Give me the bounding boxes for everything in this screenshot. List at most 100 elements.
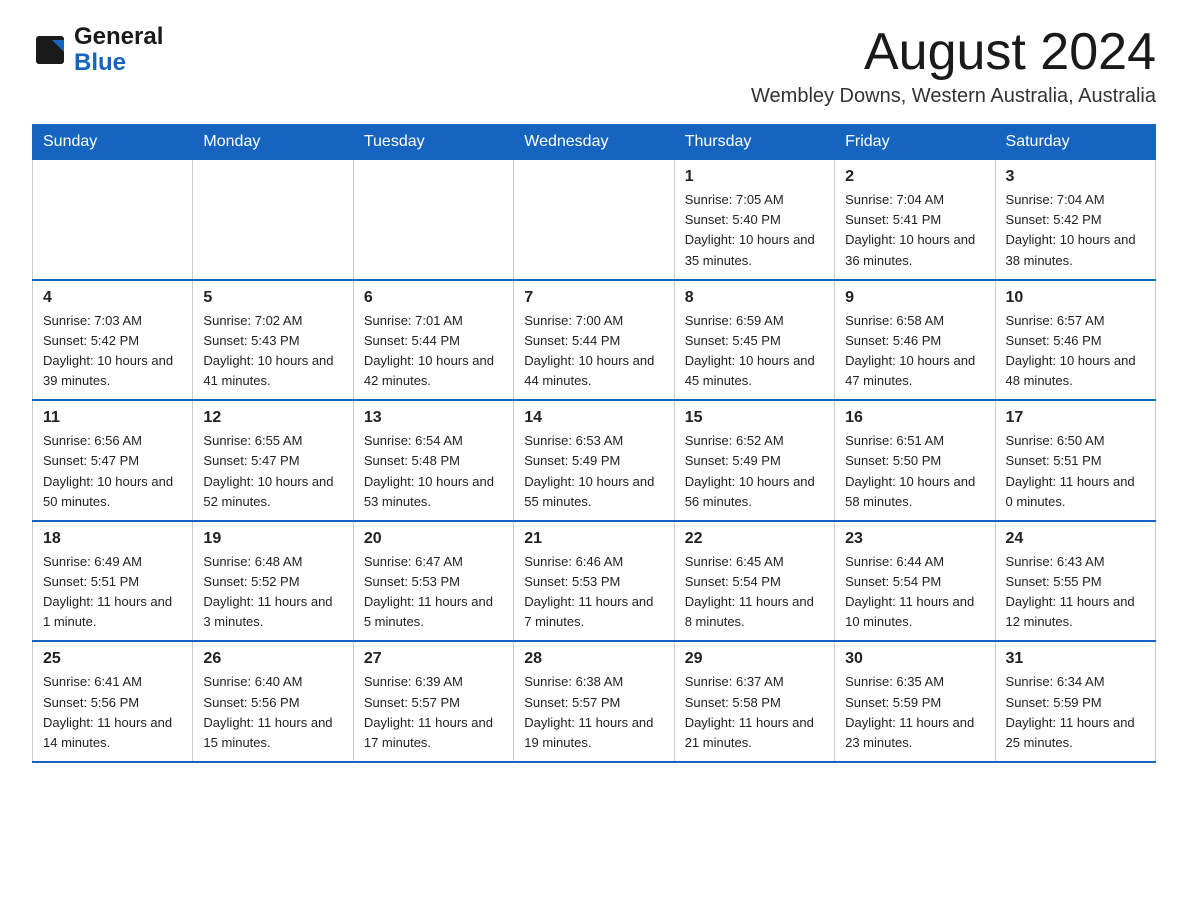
day-number: 4 — [43, 289, 182, 307]
day-number: 12 — [203, 409, 342, 427]
day-info: Sunrise: 6:54 AM Sunset: 5:48 PM Dayligh… — [364, 431, 503, 512]
day-number: 25 — [43, 650, 182, 668]
day-info: Sunrise: 6:53 AM Sunset: 5:49 PM Dayligh… — [524, 431, 663, 512]
calendar-cell — [33, 160, 193, 280]
location-subtitle: Wembley Downs, Western Australia, Austra… — [751, 85, 1156, 108]
calendar-cell: 11Sunrise: 6:56 AM Sunset: 5:47 PM Dayli… — [33, 400, 193, 521]
calendar-cell: 18 Sunrise: 6:49 AM Sunset: 5:51 PM Dayli… — [33, 521, 193, 642]
logo-icon — [32, 32, 68, 68]
calendar-cell: 27 Sunrise: 6:39 AM Sunset: 5:57 PM Dayli… — [353, 641, 513, 762]
header-wednesday: Wednesday — [514, 125, 674, 160]
calendar-cell: 5 Sunrise: 7:02 AM Sunset: 5:43 PM Daylig… — [193, 280, 353, 401]
day-info: Sunrise: 7:05 AM Sunset: 5:40 PM Dayligh… — [685, 190, 824, 271]
day-number: 15 — [685, 409, 824, 427]
day-number: 9 — [845, 289, 984, 307]
calendar-cell: 30 Sunrise: 6:35 AM Sunset: 5:59 PM Dayli… — [835, 641, 995, 762]
calendar-cell: 22 Sunrise: 6:45 AM Sunset: 5:54 PM Dayli… — [674, 521, 834, 642]
day-info: Sunrise: 6:59 AM Sunset: 5:45 PM Dayligh… — [685, 311, 824, 392]
day-number: 18 — [43, 530, 182, 548]
calendar-cell: 12 Sunrise: 6:55 AM Sunset: 5:47 PM Dayli… — [193, 400, 353, 521]
calendar-cell: 1 Sunrise: 7:05 AM Sunset: 5:40 PM Daylig… — [674, 160, 834, 280]
day-info: Sunrise: 6:38 AM Sunset: 5:57 PM Dayligh… — [524, 672, 663, 753]
day-number: 27 — [364, 650, 503, 668]
day-number: 24 — [1006, 530, 1145, 548]
logo-text: General Blue — [74, 24, 163, 77]
calendar-cell — [353, 160, 513, 280]
calendar-cell: 31Sunrise: 6:34 AM Sunset: 5:59 PM Dayli… — [995, 641, 1155, 762]
day-info: Sunrise: 6:35 AM Sunset: 5:59 PM Dayligh… — [845, 672, 984, 753]
day-number: 1 — [685, 168, 824, 186]
calendar-cell — [193, 160, 353, 280]
page-header: General Blue August 2024 Wembley Downs, … — [32, 24, 1156, 108]
day-number: 19 — [203, 530, 342, 548]
day-number: 14 — [524, 409, 663, 427]
day-number: 23 — [845, 530, 984, 548]
day-number: 20 — [364, 530, 503, 548]
calendar-week-4: 18 Sunrise: 6:49 AM Sunset: 5:51 PM Dayli… — [33, 521, 1156, 642]
calendar-cell: 14 Sunrise: 6:53 AM Sunset: 5:49 PM Dayli… — [514, 400, 674, 521]
day-info: Sunrise: 6:47 AM Sunset: 5:53 PM Dayligh… — [364, 552, 503, 633]
day-info: Sunrise: 7:04 AM Sunset: 5:42 PM Dayligh… — [1006, 190, 1145, 271]
calendar-cell: 10 Sunrise: 6:57 AM Sunset: 5:46 PM Dayli… — [995, 280, 1155, 401]
day-number: 11 — [43, 409, 182, 427]
day-number: 28 — [524, 650, 663, 668]
day-number: 10 — [1006, 289, 1145, 307]
day-number: 5 — [203, 289, 342, 307]
day-info: Sunrise: 6:51 AM Sunset: 5:50 PM Dayligh… — [845, 431, 984, 512]
day-info: Sunrise: 6:50 AM Sunset: 5:51 PM Dayligh… — [1006, 431, 1145, 512]
title-block: August 2024 Wembley Downs, Western Austr… — [751, 24, 1156, 108]
calendar-header-row: SundayMondayTuesdayWednesdayThursdayFrid… — [33, 125, 1156, 160]
day-info: Sunrise: 6:57 AM Sunset: 5:46 PM Dayligh… — [1006, 311, 1145, 392]
calendar-table: SundayMondayTuesdayWednesdayThursdayFrid… — [32, 124, 1156, 763]
header-saturday: Saturday — [995, 125, 1155, 160]
logo: General Blue — [32, 24, 163, 77]
calendar-cell: 13 Sunrise: 6:54 AM Sunset: 5:48 PM Dayli… — [353, 400, 513, 521]
day-info: Sunrise: 6:49 AM Sunset: 5:51 PM Dayligh… — [43, 552, 182, 633]
day-number: 13 — [364, 409, 503, 427]
day-info: Sunrise: 6:37 AM Sunset: 5:58 PM Dayligh… — [685, 672, 824, 753]
day-info: Sunrise: 6:46 AM Sunset: 5:53 PM Dayligh… — [524, 552, 663, 633]
logo-blue: Blue — [74, 50, 163, 76]
day-info: Sunrise: 6:45 AM Sunset: 5:54 PM Dayligh… — [685, 552, 824, 633]
calendar-cell: 23 Sunrise: 6:44 AM Sunset: 5:54 PM Dayli… — [835, 521, 995, 642]
day-number: 21 — [524, 530, 663, 548]
calendar-cell: 29 Sunrise: 6:37 AM Sunset: 5:58 PM Dayli… — [674, 641, 834, 762]
calendar-cell: 21 Sunrise: 6:46 AM Sunset: 5:53 PM Dayli… — [514, 521, 674, 642]
calendar-cell: 9Sunrise: 6:58 AM Sunset: 5:46 PM Daylig… — [835, 280, 995, 401]
day-number: 7 — [524, 289, 663, 307]
header-sunday: Sunday — [33, 125, 193, 160]
day-info: Sunrise: 7:00 AM Sunset: 5:44 PM Dayligh… — [524, 311, 663, 392]
calendar-cell: 24 Sunrise: 6:43 AM Sunset: 5:55 PM Dayli… — [995, 521, 1155, 642]
calendar-week-5: 25 Sunrise: 6:41 AM Sunset: 5:56 PM Dayli… — [33, 641, 1156, 762]
day-info: Sunrise: 6:48 AM Sunset: 5:52 PM Dayligh… — [203, 552, 342, 633]
calendar-week-3: 11Sunrise: 6:56 AM Sunset: 5:47 PM Dayli… — [33, 400, 1156, 521]
header-thursday: Thursday — [674, 125, 834, 160]
day-number: 8 — [685, 289, 824, 307]
day-info: Sunrise: 6:40 AM Sunset: 5:56 PM Dayligh… — [203, 672, 342, 753]
calendar-cell: 4 Sunrise: 7:03 AM Sunset: 5:42 PM Daylig… — [33, 280, 193, 401]
calendar-week-1: 1 Sunrise: 7:05 AM Sunset: 5:40 PM Daylig… — [33, 160, 1156, 280]
calendar-cell: 20 Sunrise: 6:47 AM Sunset: 5:53 PM Dayli… — [353, 521, 513, 642]
calendar-cell: 7 Sunrise: 7:00 AM Sunset: 5:44 PM Daylig… — [514, 280, 674, 401]
calendar-cell: 28 Sunrise: 6:38 AM Sunset: 5:57 PM Dayli… — [514, 641, 674, 762]
day-number: 26 — [203, 650, 342, 668]
day-info: Sunrise: 6:43 AM Sunset: 5:55 PM Dayligh… — [1006, 552, 1145, 633]
day-info: Sunrise: 6:44 AM Sunset: 5:54 PM Dayligh… — [845, 552, 984, 633]
calendar-cell: 26 Sunrise: 6:40 AM Sunset: 5:56 PM Dayli… — [193, 641, 353, 762]
day-number: 22 — [685, 530, 824, 548]
day-number: 30 — [845, 650, 984, 668]
header-friday: Friday — [835, 125, 995, 160]
header-monday: Monday — [193, 125, 353, 160]
day-info: Sunrise: 6:55 AM Sunset: 5:47 PM Dayligh… — [203, 431, 342, 512]
day-number: 6 — [364, 289, 503, 307]
day-info: Sunrise: 6:34 AM Sunset: 5:59 PM Dayligh… — [1006, 672, 1145, 753]
logo-general: General — [74, 24, 163, 50]
day-info: Sunrise: 7:02 AM Sunset: 5:43 PM Dayligh… — [203, 311, 342, 392]
day-info: Sunrise: 6:39 AM Sunset: 5:57 PM Dayligh… — [364, 672, 503, 753]
day-info: Sunrise: 7:03 AM Sunset: 5:42 PM Dayligh… — [43, 311, 182, 392]
day-number: 16 — [845, 409, 984, 427]
day-number: 3 — [1006, 168, 1145, 186]
day-number: 29 — [685, 650, 824, 668]
calendar-cell: 19 Sunrise: 6:48 AM Sunset: 5:52 PM Dayli… — [193, 521, 353, 642]
day-info: Sunrise: 6:41 AM Sunset: 5:56 PM Dayligh… — [43, 672, 182, 753]
